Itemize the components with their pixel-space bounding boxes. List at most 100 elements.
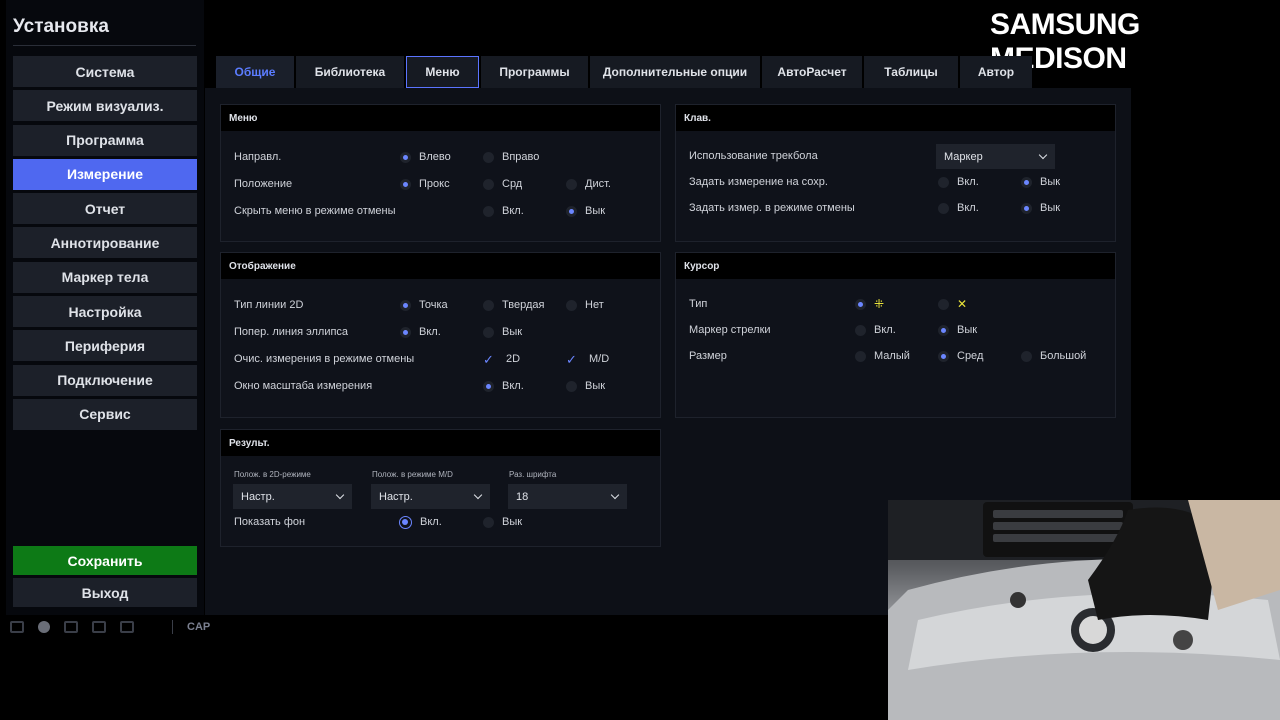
measure-on-undo-label: Задать измер. в режиме отмены <box>689 202 855 214</box>
sidebar-item-measurement[interactable]: Измерение <box>13 158 197 190</box>
select-value: 18 <box>516 490 529 503</box>
pos-md-select[interactable]: Настр. <box>371 484 490 509</box>
direction-left-radio[interactable]: Влево <box>400 150 451 164</box>
measure-on-undo-on-radio[interactable]: Вкл. <box>938 201 979 215</box>
clear-md-checkbox[interactable]: ✓ M/D <box>566 352 609 366</box>
tab-bar: Общие Библиотека Меню Программы Дополнит… <box>216 56 1034 88</box>
tab-library[interactable]: Библиотека <box>296 56 404 88</box>
hide-menu-off-radio[interactable]: Вык <box>566 204 605 218</box>
cursor-group-title: Курсор <box>676 253 1115 279</box>
select-value: Настр. <box>379 490 413 503</box>
display-group-title: Отображение <box>221 253 660 279</box>
arrow-marker-on-radio[interactable]: Вкл. <box>855 323 896 337</box>
option-label: Вык <box>957 324 978 336</box>
option-label: Вправо <box>502 151 540 163</box>
radio-selected-icon <box>483 380 494 392</box>
sidebar-item-system[interactable]: Система <box>13 56 197 87</box>
cursor-size-large-radio[interactable]: Большой <box>1021 349 1086 363</box>
option-label: Вык <box>1040 176 1061 188</box>
option-label: Большой <box>1040 350 1087 362</box>
radio-selected-icon <box>400 326 411 338</box>
radio-icon <box>855 324 866 336</box>
option-label: Вык <box>502 326 523 338</box>
status-bar: CAP <box>10 618 210 636</box>
zoom-window-on-radio[interactable]: Вкл. <box>483 379 524 393</box>
option-label: Вкл. <box>419 326 441 338</box>
sidebar-item-customize[interactable]: Настройка <box>13 296 197 328</box>
sidebar-item-annotation[interactable]: Аннотирование <box>13 227 197 259</box>
radio-icon <box>938 202 949 214</box>
sidebar-item-service[interactable]: Сервис <box>13 398 197 430</box>
radio-icon <box>483 299 494 311</box>
direction-right-radio[interactable]: Вправо <box>483 150 539 164</box>
show-background-off-radio[interactable]: Вык <box>483 515 522 529</box>
sidebar-item-imaging-mode[interactable]: Режим визуализ. <box>13 90 197 122</box>
tab-menu[interactable]: Меню <box>406 56 479 88</box>
option-label: Вкл. <box>502 380 524 392</box>
position-prox-radio[interactable]: Прокс <box>400 177 450 191</box>
tab-general[interactable]: Общие <box>216 56 294 88</box>
trackball-select[interactable]: Маркер <box>936 144 1055 169</box>
font-size-label: Раз. шрифта <box>509 470 557 479</box>
arrow-marker-off-radio[interactable]: Вык <box>938 323 977 337</box>
sidebar-item-program[interactable]: Программа <box>13 124 197 156</box>
tab-additional-options[interactable]: Дополнительные опции <box>590 56 760 88</box>
radio-icon <box>938 176 949 188</box>
position-mid-radio[interactable]: Срд <box>483 177 522 191</box>
radio-selected-icon <box>1021 176 1032 188</box>
option-label: Прокс <box>419 178 450 190</box>
console-camera-inset <box>888 500 1280 720</box>
cursor-type-x-radio[interactable]: ✕ <box>938 297 967 311</box>
option-label: Сред <box>957 350 984 362</box>
chevron-down-icon <box>610 490 620 500</box>
font-size-select[interactable]: 18 <box>508 484 627 509</box>
record-icon <box>38 621 50 633</box>
option-label: Вкл. <box>874 324 896 336</box>
show-background-label: Показать фон <box>234 516 306 528</box>
radio-icon <box>566 299 577 311</box>
cursor-type-dots-radio[interactable]: ⁜ <box>855 297 884 311</box>
sidebar-item-connectivity[interactable]: Подключение <box>13 364 197 396</box>
cursor-size-medium-radio[interactable]: Сред <box>938 349 983 363</box>
menu-group-title: Меню <box>221 105 660 131</box>
tab-author[interactable]: Автор <box>960 56 1032 88</box>
sidebar-item-report[interactable]: Отчет <box>13 193 197 225</box>
measure-on-save-on-radio[interactable]: Вкл. <box>938 175 979 189</box>
option-label: Точка <box>419 299 448 311</box>
cursor-size-label: Размер <box>689 350 727 362</box>
position-label: Положение <box>234 178 293 190</box>
measure-on-save-off-radio[interactable]: Вык <box>1021 175 1060 189</box>
pos-2d-select[interactable]: Настр. <box>233 484 352 509</box>
ellipse-line-on-radio[interactable]: Вкл. <box>400 325 441 339</box>
line-type-dot-radio[interactable]: Точка <box>400 298 448 312</box>
clear-2d-checkbox[interactable]: ✓ 2D <box>483 352 520 366</box>
exit-button[interactable]: Выход <box>13 578 197 607</box>
line-type-solid-radio[interactable]: Твердая <box>483 298 544 312</box>
tab-tables[interactable]: Таблицы <box>864 56 958 88</box>
select-value: Маркер <box>944 150 983 163</box>
radio-icon <box>483 205 494 217</box>
line-type-none-radio[interactable]: Нет <box>566 298 604 312</box>
position-dist-radio[interactable]: Дист. <box>566 177 611 191</box>
radio-selected-icon <box>566 205 577 217</box>
sidebar-item-body-marker[interactable]: Маркер тела <box>13 261 197 293</box>
radio-selected-icon <box>400 299 411 311</box>
tab-programs[interactable]: Программы <box>481 56 588 88</box>
save-button[interactable]: Сохранить <box>13 546 197 575</box>
hide-menu-on-radio[interactable]: Вкл. <box>483 204 524 218</box>
radio-selected-icon <box>855 298 866 310</box>
cursor-type-label: Тип <box>689 298 708 310</box>
select-value: Настр. <box>241 490 275 503</box>
ellipse-line-off-radio[interactable]: Вык <box>483 325 522 339</box>
radio-selected-icon <box>1021 202 1032 214</box>
measure-on-undo-off-radio[interactable]: Вык <box>1021 201 1060 215</box>
title-divider <box>13 45 196 46</box>
show-background-on-radio[interactable]: Вкл. <box>399 515 442 529</box>
zoom-window-off-radio[interactable]: Вык <box>566 379 605 393</box>
monitor-icon <box>120 621 134 633</box>
tab-autocalc[interactable]: АвтоРасчет <box>762 56 862 88</box>
sidebar-item-peripherals[interactable]: Периферия <box>13 330 197 362</box>
chevron-down-icon <box>1038 150 1048 160</box>
crosshair-x-icon: ✕ <box>957 297 968 311</box>
cursor-size-small-radio[interactable]: Малый <box>855 349 910 363</box>
